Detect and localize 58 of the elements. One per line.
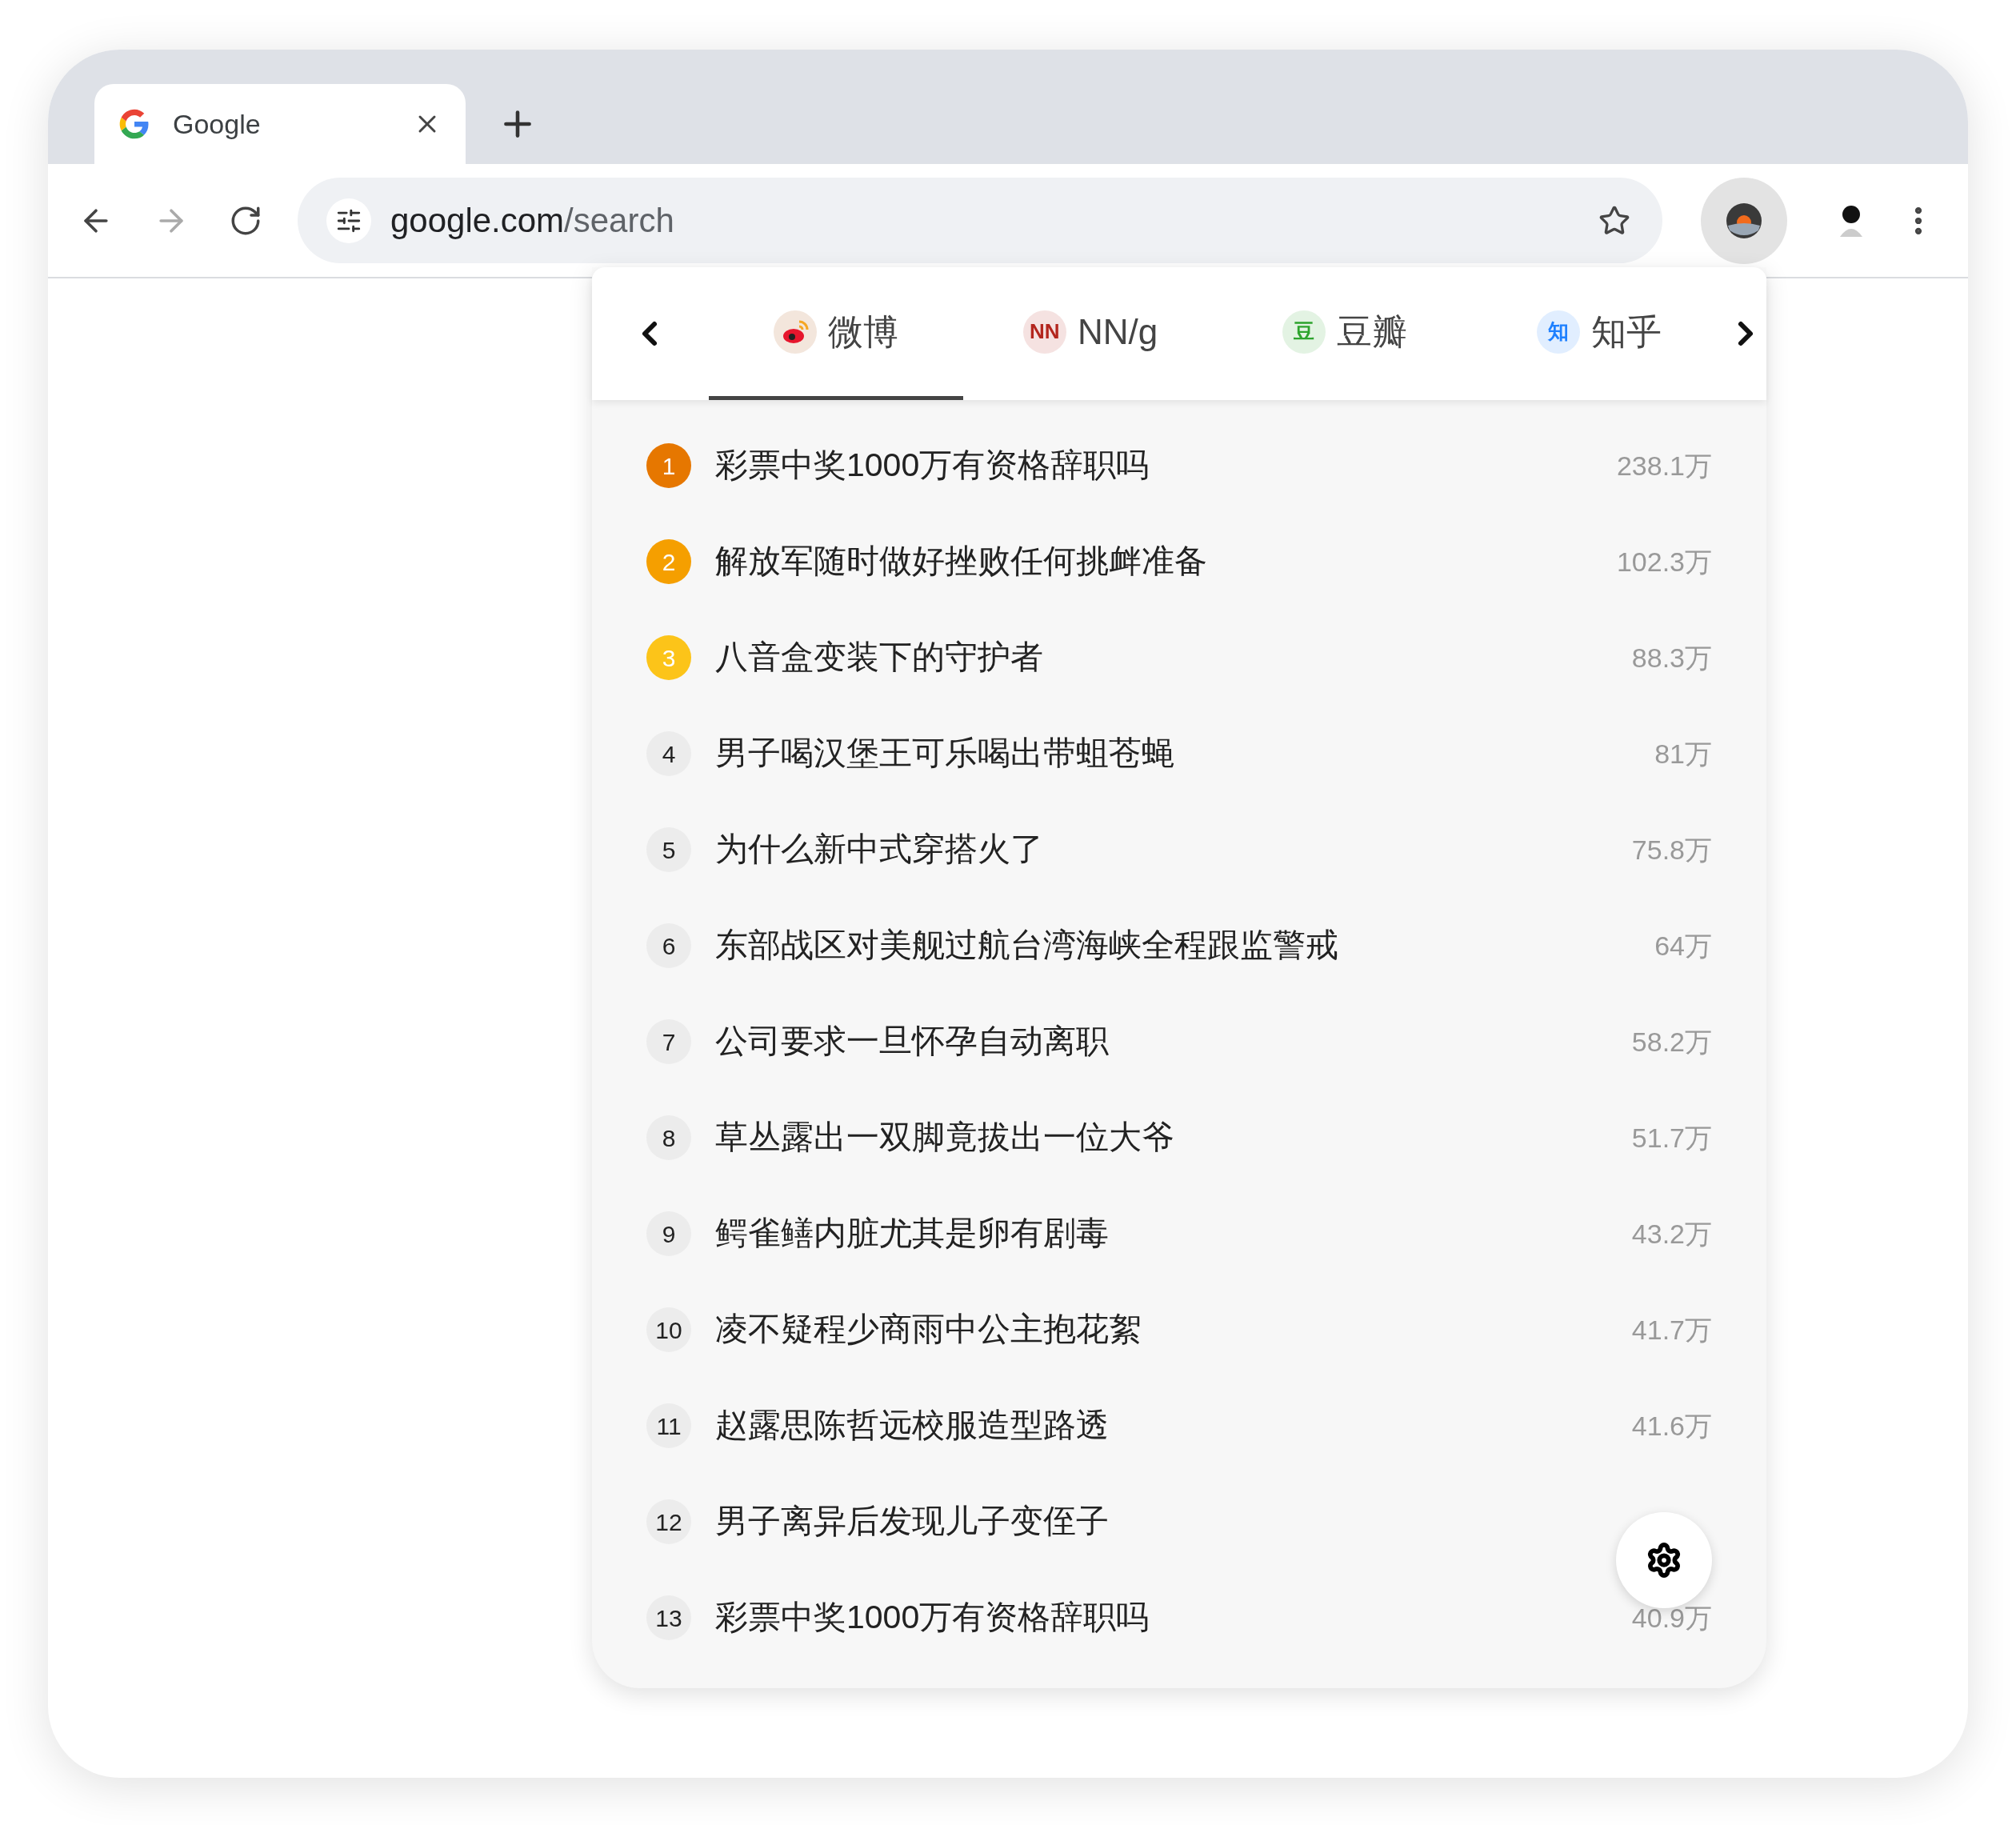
view-count: 58.2万: [1631, 1025, 1712, 1059]
rank-number: 11: [646, 1403, 691, 1448]
view-count: 238.1万: [1616, 449, 1712, 482]
view-count: 41.7万: [1631, 1313, 1712, 1347]
rank-number: 12: [646, 1499, 691, 1544]
view-count: 51.7万: [1631, 1121, 1712, 1155]
tab-title: Google: [173, 107, 262, 141]
item-title: 男子喝汉堡王可乐喝出带蛆苍蝇: [715, 734, 1175, 774]
view-count: 40.9万: [1631, 1601, 1712, 1635]
rank-number: 8: [646, 1115, 691, 1160]
source-tab[interactable]: NN NN/g: [963, 267, 1218, 400]
item-title: 彩票中奖1000万有资格辞职吗: [715, 446, 1150, 486]
rank-number: 2: [646, 539, 691, 584]
source-tab[interactable]: 豆 豆瓣: [1218, 267, 1472, 400]
view-count: 102.3万: [1616, 545, 1712, 578]
rank-number: 3: [646, 635, 691, 680]
view-count: 43.2万: [1631, 1217, 1712, 1251]
settings-icon: [1646, 1542, 1682, 1579]
item-title: 彩票中奖1000万有资格辞职吗: [715, 1598, 1150, 1638]
item-title: 鳄雀鳝内脏尤其是卵有剧毒: [715, 1214, 1110, 1254]
item-title: 东部战区对美舰过航台湾海峡全程跟监警戒: [715, 926, 1339, 966]
view-count: 88.3万: [1631, 641, 1712, 674]
source-label: 知乎: [1591, 310, 1662, 353]
view-count: 75.8万: [1631, 833, 1712, 866]
source-label: NN/g: [1077, 310, 1158, 353]
source-label: 豆瓣: [1337, 310, 1407, 353]
rank-number: 13: [646, 1595, 691, 1640]
item-title: 八音盒变装下的守护者: [715, 638, 1044, 678]
view-count: 64万: [1654, 929, 1712, 963]
item-title: 赵露思陈哲远校服造型路透: [715, 1406, 1110, 1446]
bookmark-star-icon[interactable]: [1598, 204, 1631, 237]
view-count: 81万: [1654, 737, 1712, 770]
item-title: 草丛露出一双脚竟拔出一位大爷: [715, 1118, 1175, 1158]
rank-number: 6: [646, 923, 691, 968]
rank-number: 10: [646, 1307, 691, 1352]
source-badge: 知: [1537, 310, 1580, 354]
source-badge: 豆: [1282, 310, 1326, 354]
rank-number: 4: [646, 731, 691, 776]
item-title: 凌不疑程少商雨中公主抱花絮: [715, 1310, 1142, 1350]
url-text: google.com/search: [390, 201, 675, 241]
source-tab[interactable]: 知 知乎: [1472, 267, 1726, 400]
item-title: 解放军随时做好挫败任何挑衅准备: [715, 542, 1208, 582]
item-title: 为什么新中式穿搭火了: [715, 830, 1044, 870]
rank-number: 1: [646, 443, 691, 488]
item-title: 男子离异后发现儿子变侄子: [715, 1502, 1110, 1542]
view-count: 41.6万: [1631, 1409, 1712, 1443]
rank-number: 7: [646, 1019, 691, 1064]
browser-tab[interactable]: Google: [94, 84, 466, 164]
address-bar[interactable]: google.com/search: [297, 178, 1663, 263]
source-tab[interactable]: 微博: [709, 267, 963, 400]
eye-logo-icon: [774, 310, 817, 354]
rank-number: 5: [646, 827, 691, 872]
item-title: 公司要求一旦怀孕自动离职: [715, 1022, 1110, 1062]
sunset-icon: [1725, 201, 1764, 240]
google-logo-icon: [118, 108, 150, 140]
source-label: 微博: [828, 310, 898, 353]
source-badge: NN: [1022, 310, 1066, 354]
rank-number: 9: [646, 1211, 691, 1256]
